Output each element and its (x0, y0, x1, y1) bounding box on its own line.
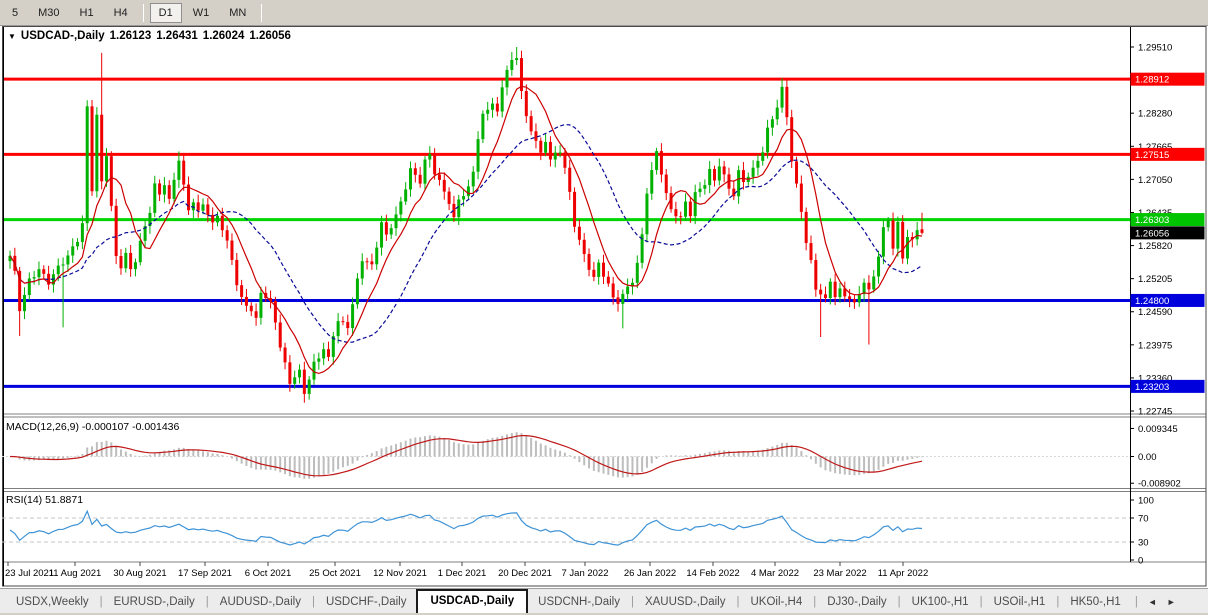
svg-text:100: 100 (1138, 496, 1154, 507)
date-tick-label: 14 Feb 2022 (686, 568, 739, 579)
svg-text:1.26303: 1.26303 (1135, 215, 1169, 226)
svg-text:30: 30 (1138, 538, 1149, 549)
date-tick-label: 7 Jan 2022 (561, 568, 608, 579)
date-tick-label: 20 Dec 2021 (498, 568, 552, 579)
timeframe-button-m30[interactable]: M30 (29, 3, 68, 23)
chart-tab-hk50[interactable]: HK50-,H1 (1060, 592, 1131, 612)
tabs-scroll-right-icon[interactable]: ► (1167, 597, 1176, 607)
date-tick-label: 23 Mar 2022 (813, 568, 866, 579)
chart-tab-usdcnh[interactable]: USDCNH-,Daily (528, 592, 630, 612)
svg-text:0.00: 0.00 (1138, 452, 1157, 463)
svg-text:1.28912: 1.28912 (1135, 75, 1169, 86)
date-tick-label: 11 Apr 2022 (878, 568, 929, 579)
svg-text:1.28280: 1.28280 (1138, 109, 1172, 120)
svg-text:-0.008902: -0.008902 (1138, 479, 1181, 490)
tabs-scroll-controls: |◄► (1135, 596, 1176, 608)
date-tick-label: 17 Sep 2021 (178, 568, 232, 579)
svg-text:1.24590: 1.24590 (1138, 307, 1172, 318)
price-chart-svg[interactable]: 1.295101.288951.282801.276651.270501.264… (0, 26, 1208, 588)
chart-title: ▼ USDCAD-,Daily 1.26123 1.26431 1.26024 … (8, 30, 291, 42)
chart-tabs-bar: USDX,Weekly|EURUSD-,Daily|AUDUSD-,Daily|… (0, 588, 1208, 615)
chart-tab-eurusd[interactable]: EURUSD-,Daily (104, 592, 205, 612)
date-tick-label: 12 Nov 2021 (373, 568, 427, 579)
svg-text:1.23203: 1.23203 (1135, 382, 1169, 393)
timeframe-button-mn[interactable]: MN (220, 3, 255, 23)
chart-window[interactable]: ▼ USDCAD-,Daily 1.26123 1.26431 1.26024 … (0, 26, 1208, 588)
timeframe-button-h4[interactable]: H4 (105, 3, 137, 23)
svg-text:1.27515: 1.27515 (1135, 150, 1169, 161)
chart-tab-dj30[interactable]: DJ30-,Daily (817, 592, 896, 612)
svg-text:1.22745: 1.22745 (1138, 407, 1172, 418)
date-tick-label: 1 Dec 2021 (438, 568, 487, 579)
toolbar-separator (143, 4, 144, 22)
date-tick-label: 11 Aug 2021 (49, 568, 102, 579)
svg-text:1.25205: 1.25205 (1138, 274, 1172, 285)
date-tick-label: 23 Jul 2021 (5, 568, 54, 579)
tabs-scroll-left-icon[interactable]: ◄ (1148, 597, 1157, 607)
symbol-label: USDCAD-,Daily (21, 30, 105, 42)
svg-text:0.009345: 0.009345 (1138, 424, 1178, 435)
ohlc-close: 1.26056 (249, 30, 291, 42)
date-tick-label: 4 Mar 2022 (751, 568, 799, 579)
svg-text:1.29510: 1.29510 (1138, 43, 1172, 54)
chart-tab-audusd[interactable]: AUDUSD-,Daily (210, 592, 311, 612)
terminal-window: 5M30H1H4 D1W1MN ▼ USDCAD-,Daily 1.26123 1… (0, 0, 1208, 615)
date-tick-label: 6 Oct 2021 (245, 568, 291, 579)
rsi-label: RSI(14) 51.8871 (6, 494, 83, 506)
ohlc-low: 1.26024 (203, 30, 245, 42)
svg-text:1.24800: 1.24800 (1135, 296, 1169, 307)
timeframe-button-h1[interactable]: H1 (71, 3, 103, 23)
date-tick-label: 30 Aug 2021 (113, 568, 166, 579)
chart-tab-usdcad[interactable]: USDCAD-,Daily (416, 589, 528, 613)
chart-tab-ukoil[interactable]: UKOil-,H4 (740, 592, 812, 612)
svg-text:0: 0 (1138, 556, 1143, 567)
chart-tab-usoil[interactable]: USOil-,H1 (984, 592, 1056, 612)
ohlc-high: 1.26431 (156, 30, 198, 42)
timeframe-toolbar: 5M30H1H4 D1W1MN (0, 0, 1208, 26)
svg-text:1.26056: 1.26056 (1135, 228, 1169, 239)
date-tick-label: 26 Jan 2022 (624, 568, 676, 579)
ohlc-open: 1.26123 (110, 30, 152, 42)
svg-text:1.25820: 1.25820 (1138, 241, 1172, 252)
chevron-down-icon[interactable]: ▼ (8, 32, 16, 41)
chart-tab-xauusd[interactable]: XAUUSD-,Daily (635, 592, 736, 612)
toolbar-separator (261, 4, 262, 22)
svg-text:1.23975: 1.23975 (1138, 340, 1172, 351)
date-tick-label: 25 Oct 2021 (309, 568, 361, 579)
macd-label: MACD(12,26,9) -0.000107 -0.001436 (6, 421, 180, 433)
timeframe-button-d1[interactable]: D1 (150, 3, 182, 23)
svg-text:1.27050: 1.27050 (1138, 175, 1172, 186)
chart-tab-usdchf[interactable]: USDCHF-,Daily (316, 592, 417, 612)
chart-tab-usdx[interactable]: USDX,Weekly (6, 592, 99, 612)
timeframe-button-5[interactable]: 5 (3, 3, 27, 23)
timeframe-button-w1[interactable]: W1 (184, 3, 219, 23)
svg-text:70: 70 (1138, 514, 1149, 525)
chart-tab-uk100[interactable]: UK100-,H1 (902, 592, 979, 612)
